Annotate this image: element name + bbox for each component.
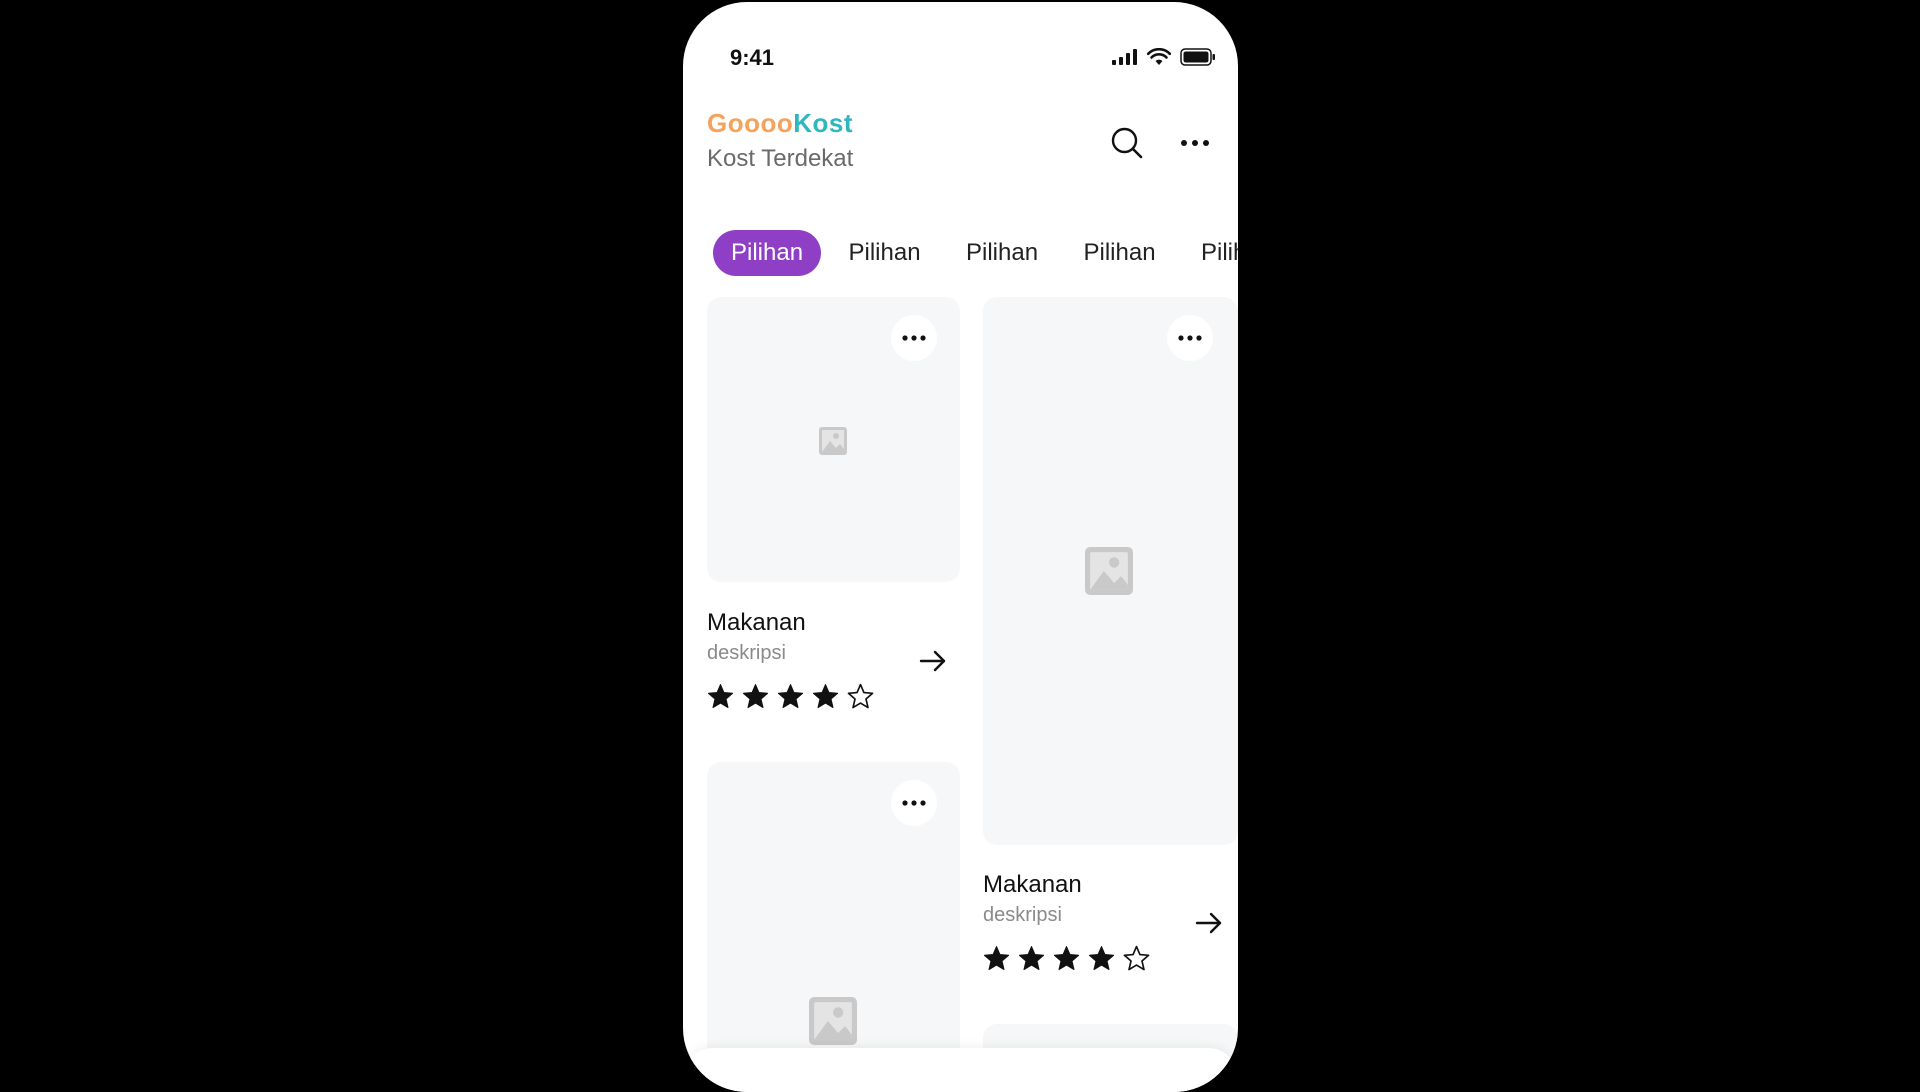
card-description: deskripsi (707, 642, 786, 664)
more-options-button[interactable] (1176, 124, 1214, 162)
phone-screen: 9:41 GooooKost Kost Terdekat Pilihan Pil… (683, 2, 1238, 1092)
filter-chips: Pilihan Pilihan Pilihan Pilihan Pilihan (713, 230, 1238, 280)
image-icon (1085, 547, 1133, 595)
star-outline-icon (847, 683, 874, 709)
card-more-button[interactable] (891, 780, 937, 826)
item-card[interactable] (707, 762, 960, 1062)
star-filled-icon (983, 946, 1010, 971)
more-horizontal-icon (902, 800, 926, 806)
bottom-sheet[interactable] (683, 1048, 1238, 1092)
card-more-button[interactable] (891, 315, 937, 361)
star-filled-icon (707, 684, 734, 709)
card-more-button[interactable] (1167, 315, 1213, 361)
more-horizontal-icon (1178, 335, 1202, 341)
star-filled-icon (777, 684, 804, 709)
app-header: GooooKost Kost Terdekat (707, 108, 1214, 188)
chip-1[interactable]: Pilihan (831, 230, 939, 276)
brand-part-2: Kost (793, 108, 854, 138)
search-icon (1111, 127, 1143, 159)
card-description: deskripsi (983, 904, 1062, 926)
wifi-icon (1147, 48, 1171, 65)
arrow-right-icon[interactable] (1193, 907, 1225, 939)
star-filled-icon (1088, 946, 1115, 971)
item-card[interactable]: Makanan deskripsi (983, 297, 1238, 997)
search-button[interactable] (1108, 124, 1146, 162)
battery-icon (1180, 48, 1215, 66)
card-title: Makanan (983, 871, 1082, 898)
star-filled-icon (742, 684, 769, 709)
item-card[interactable]: Makanan deskripsi (707, 297, 960, 737)
chip-2[interactable]: Pilihan (948, 230, 1056, 276)
star-filled-icon (1053, 946, 1080, 971)
star-rating (983, 945, 1150, 971)
more-horizontal-icon (902, 335, 926, 341)
star-rating (707, 683, 874, 709)
image-icon (819, 427, 847, 455)
chip-0[interactable]: Pilihan (713, 230, 822, 276)
image-icon (809, 997, 857, 1045)
brand-part-1: Goooo (707, 108, 794, 138)
star-outline-icon (1123, 945, 1150, 971)
status-bar: 9:41 (683, 2, 1238, 112)
header-actions (1108, 124, 1214, 162)
status-icons (1112, 48, 1216, 66)
card-title: Makanan (707, 609, 806, 636)
arrow-right-icon[interactable] (917, 645, 949, 677)
more-horizontal-icon (1181, 140, 1209, 146)
star-filled-icon (812, 684, 839, 709)
cellular-signal-icon (1112, 49, 1137, 65)
status-time: 9:41 (730, 45, 775, 70)
star-filled-icon (1018, 946, 1045, 971)
chip-3[interactable]: Pilihan (1066, 230, 1174, 276)
chip-4[interactable]: Pilihan (1183, 230, 1238, 276)
